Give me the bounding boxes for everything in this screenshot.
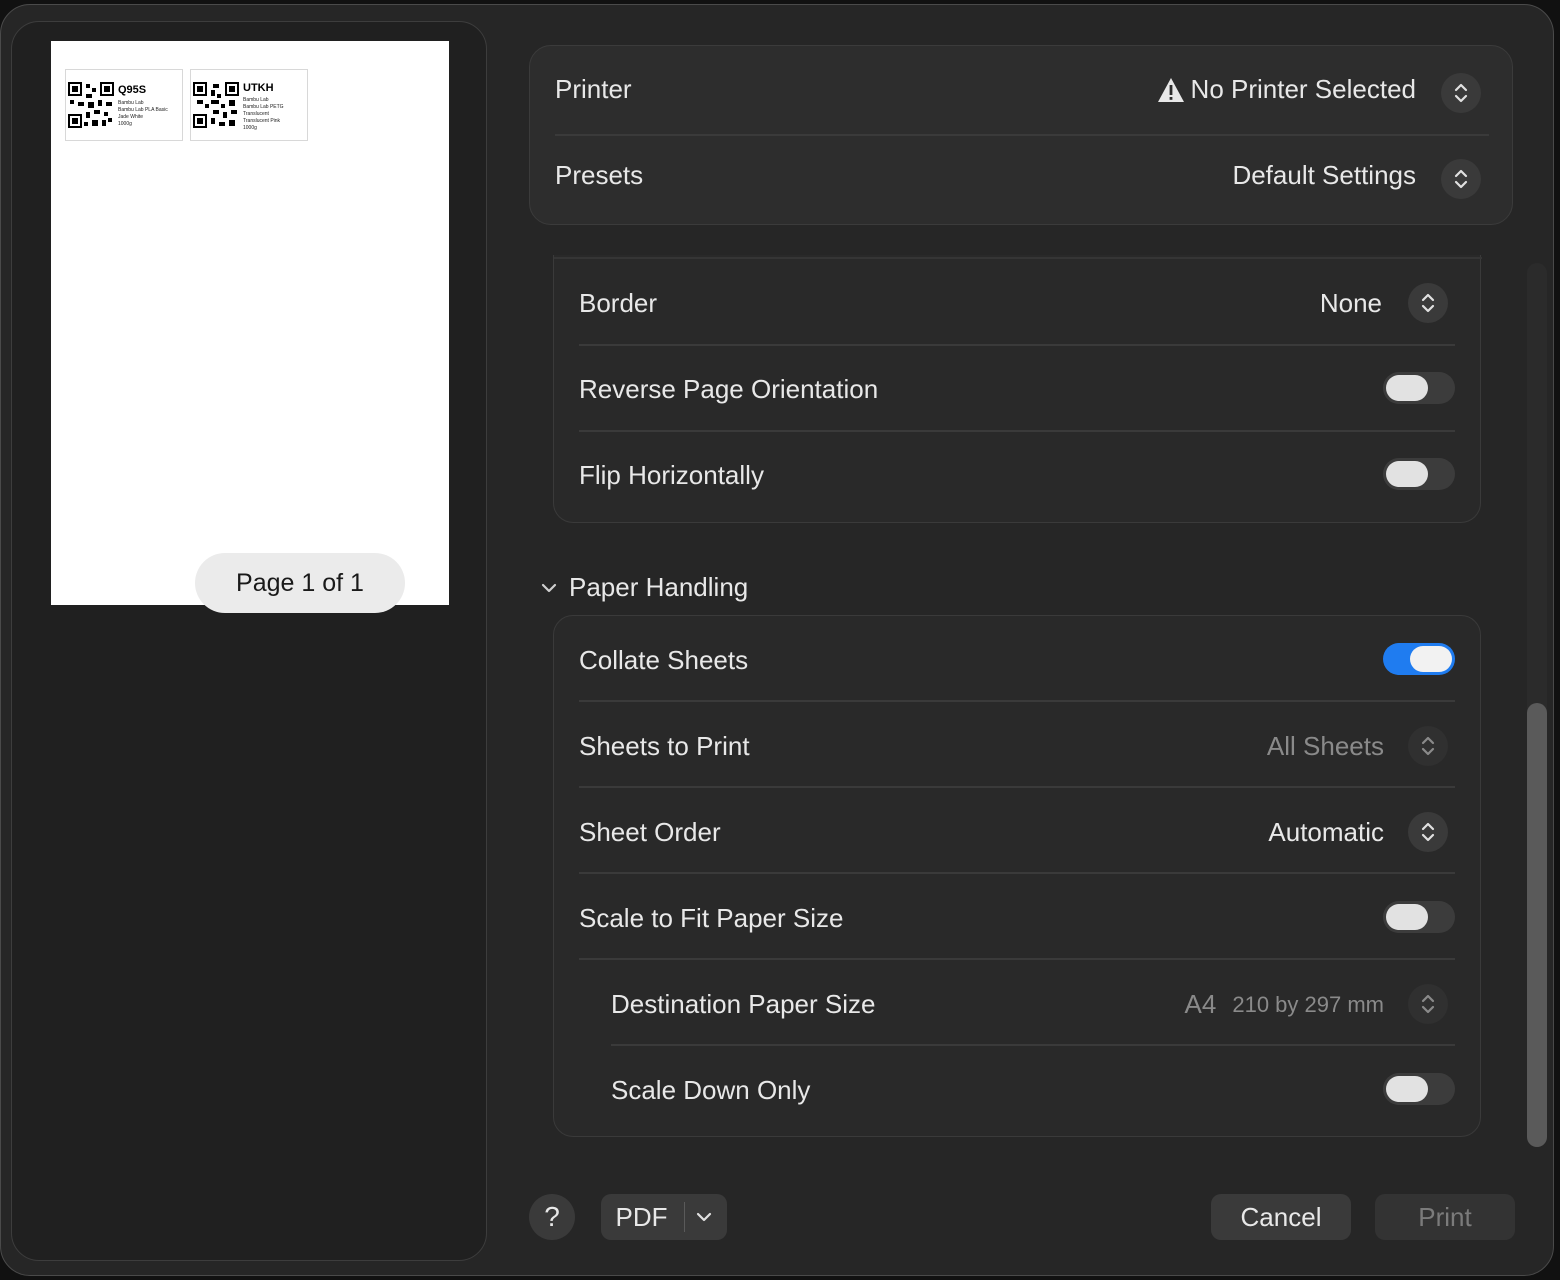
warning-triangle-icon bbox=[1157, 77, 1184, 102]
label-line: Bambu Lab PLA Basic bbox=[118, 107, 168, 113]
print-button[interactable]: Print bbox=[1375, 1194, 1515, 1240]
label-card: Q95S Bambu Lab Bambu Lab PLA Basic Jade … bbox=[65, 69, 183, 141]
label-line: Translucent bbox=[243, 111, 269, 117]
printer-stepper[interactable] bbox=[1441, 73, 1481, 113]
presets-value: Default Settings bbox=[1232, 160, 1416, 190]
scrollbar-thumb[interactable] bbox=[1527, 703, 1547, 1147]
chevron-up-down-icon bbox=[1421, 736, 1435, 756]
flip-horizontally-label: Flip Horizontally bbox=[579, 460, 764, 490]
help-button[interactable]: ? bbox=[529, 1194, 575, 1240]
cancel-button[interactable]: Cancel bbox=[1211, 1194, 1351, 1240]
label-line: Bambu Lab bbox=[243, 97, 269, 103]
layout-section: Border None Reverse Page Orientation Fli… bbox=[553, 255, 1482, 523]
paper-handling-section: Collate Sheets Sheets to Print All Sheet… bbox=[553, 615, 1481, 1137]
label-code: Q95S bbox=[118, 84, 147, 96]
sheet-order-label: Sheet Order bbox=[579, 817, 721, 847]
divider bbox=[579, 786, 1455, 788]
chevron-up-down-icon bbox=[1421, 994, 1435, 1014]
print-dialog: Q95S Bambu Lab Bambu Lab PLA Basic Jade … bbox=[0, 4, 1554, 1276]
divider bbox=[579, 872, 1455, 874]
divider bbox=[555, 134, 1489, 136]
chevron-up-down-icon bbox=[1421, 822, 1435, 842]
presets-select[interactable]: Default Settings bbox=[1232, 160, 1416, 191]
border-stepper[interactable] bbox=[1408, 283, 1448, 323]
label-line: Jade White bbox=[118, 114, 144, 120]
pdf-menu-button[interactable]: PDF bbox=[601, 1194, 727, 1240]
border-label: Border bbox=[579, 288, 658, 318]
sheets-to-print-label: Sheets to Print bbox=[579, 731, 750, 761]
sheet-order-select[interactable]: Automatic bbox=[1268, 817, 1384, 848]
paper-handling-disclosure[interactable]: Paper Handling bbox=[539, 572, 748, 603]
divider bbox=[579, 958, 1455, 960]
chevron-up-down-icon bbox=[1421, 293, 1435, 313]
chevron-down-icon bbox=[541, 583, 557, 592]
scale-to-fit-label: Scale to Fit Paper Size bbox=[579, 903, 844, 933]
qr-code-icon bbox=[193, 82, 239, 128]
pdf-label: PDF bbox=[615, 1201, 668, 1232]
collate-label: Collate Sheets bbox=[579, 645, 749, 675]
destination-size-select[interactable]: A4 210 by 297 mm bbox=[1185, 989, 1384, 1020]
reverse-orientation-toggle[interactable] bbox=[1383, 372, 1455, 404]
destination-size-label: Destination Paper Size bbox=[611, 989, 876, 1019]
divider bbox=[554, 257, 1482, 259]
sheets-to-print-select[interactable]: All Sheets bbox=[1267, 731, 1384, 762]
scale-down-only-label: Scale Down Only bbox=[611, 1075, 811, 1105]
divider bbox=[611, 1044, 1455, 1046]
printer-label: Printer bbox=[555, 74, 632, 104]
divider bbox=[579, 430, 1455, 432]
collate-toggle[interactable] bbox=[1383, 643, 1455, 675]
border-select[interactable]: None bbox=[1320, 288, 1382, 319]
chevron-down-icon bbox=[696, 1212, 711, 1222]
destination-size-stepper[interactable] bbox=[1408, 984, 1448, 1024]
label-line: Bambu Lab PETG bbox=[243, 104, 284, 110]
printer-presets-card: Printer No Printer Selected Presets Defa… bbox=[529, 45, 1513, 225]
label-line: Translucent Pink bbox=[243, 118, 281, 124]
chevron-up-down-icon bbox=[1454, 169, 1468, 189]
presets-label: Presets bbox=[555, 160, 644, 190]
label-line: 1000g bbox=[118, 121, 132, 127]
scale-down-only-toggle[interactable] bbox=[1383, 1073, 1455, 1105]
qr-code-icon bbox=[68, 82, 114, 128]
label-line: Bambu Lab bbox=[118, 100, 144, 106]
chevron-up-down-icon bbox=[1454, 83, 1468, 103]
printer-value: No Printer Selected bbox=[1190, 74, 1416, 104]
divider bbox=[579, 700, 1455, 702]
page-preview: Q95S Bambu Lab Bambu Lab PLA Basic Jade … bbox=[51, 41, 449, 613]
settings-pane: Printer No Printer Selected Presets Defa… bbox=[521, 5, 1553, 1275]
sheet-order-stepper[interactable] bbox=[1408, 812, 1448, 852]
destination-size-detail: 210 by 297 mm bbox=[1232, 991, 1384, 1017]
destination-size-value: A4 bbox=[1184, 989, 1217, 1019]
page-indicator: Page 1 of 1 bbox=[195, 553, 405, 613]
printer-select[interactable]: No Printer Selected bbox=[1157, 74, 1416, 105]
divider bbox=[683, 1202, 685, 1232]
divider bbox=[579, 344, 1455, 346]
scale-to-fit-toggle[interactable] bbox=[1383, 901, 1455, 933]
sheets-to-print-value: All Sheets bbox=[1266, 731, 1384, 761]
border-value: None bbox=[1319, 288, 1382, 318]
presets-stepper[interactable] bbox=[1441, 159, 1481, 199]
sheets-to-print-stepper[interactable] bbox=[1408, 726, 1448, 766]
flip-horizontally-toggle[interactable] bbox=[1383, 458, 1455, 490]
reverse-orientation-label: Reverse Page Orientation bbox=[579, 374, 879, 404]
paper-handling-title: Paper Handling bbox=[569, 572, 749, 602]
sheet-order-value: Automatic bbox=[1268, 817, 1384, 847]
label-line: 1000g bbox=[243, 125, 257, 131]
label-card: UTKH Bambu Lab Bambu Lab PETG Translucen… bbox=[190, 69, 308, 141]
label-code: UTKH bbox=[243, 82, 274, 94]
